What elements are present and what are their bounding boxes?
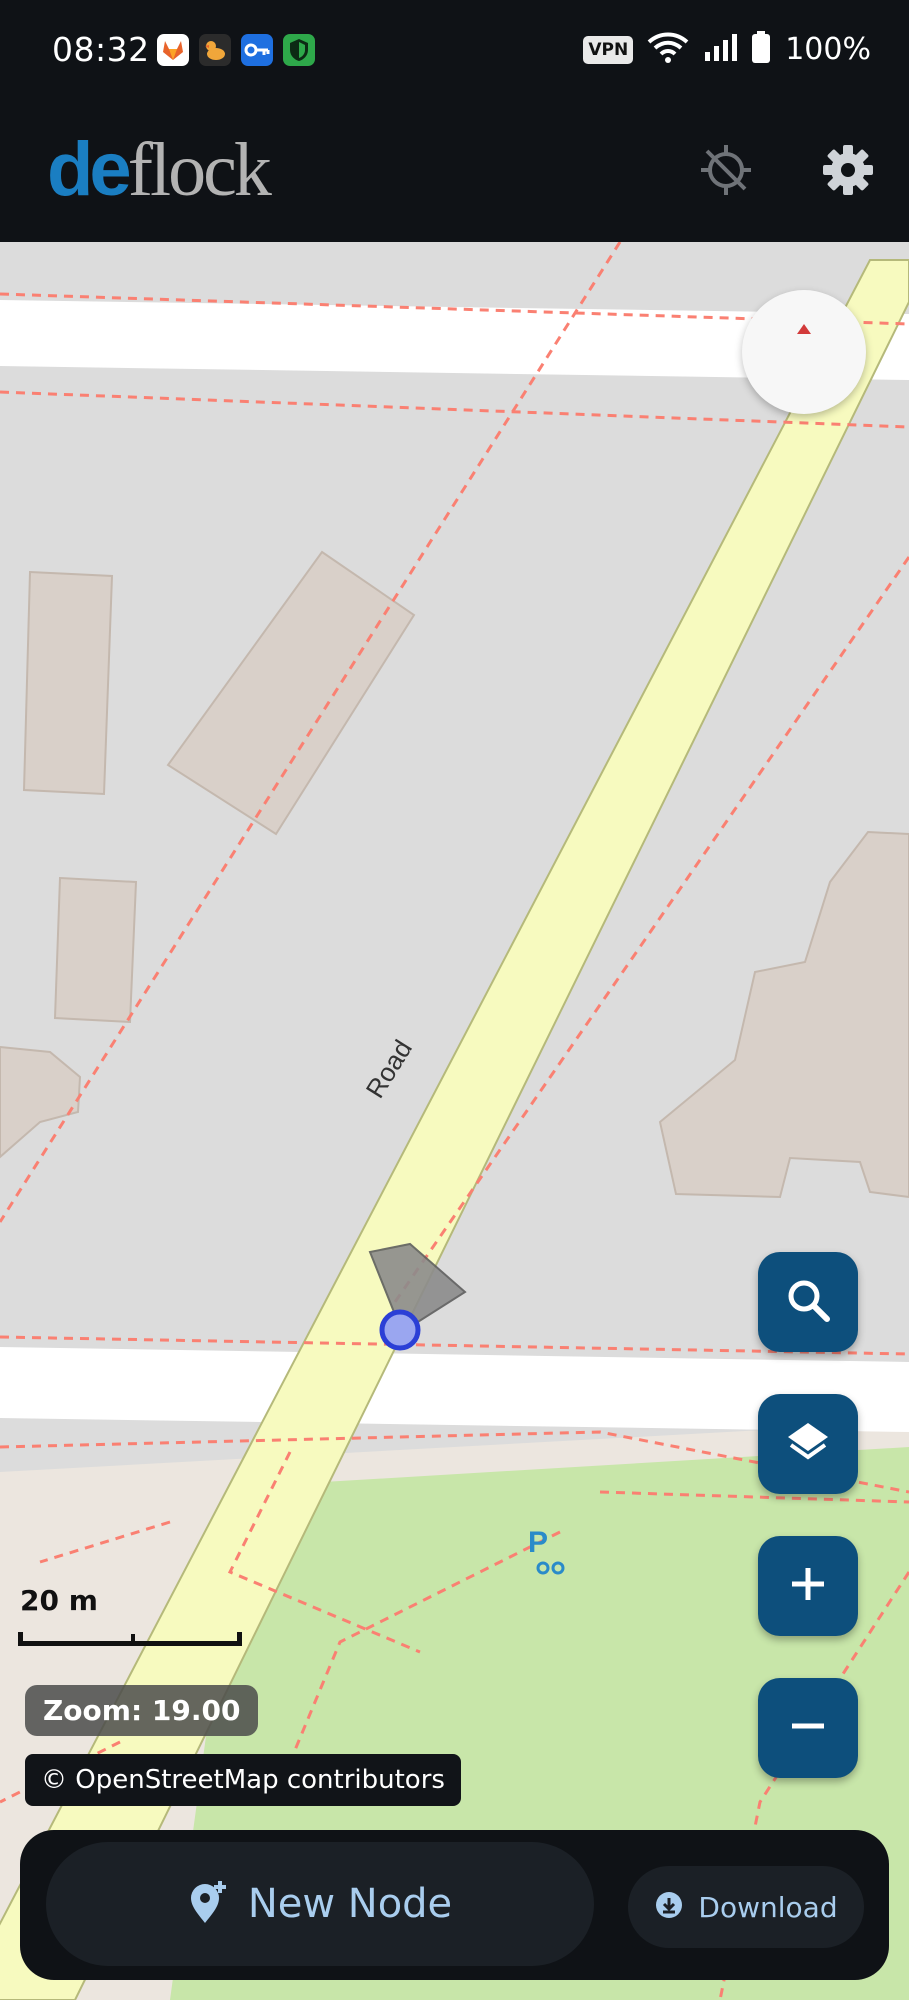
new-node-label: New Node <box>247 1881 453 1927</box>
battery-icon <box>751 30 771 69</box>
notification-icons <box>157 34 315 66</box>
new-node-button[interactable]: New Node <box>46 1842 594 1966</box>
status-time: 08:32 <box>52 30 150 69</box>
vpn-badge: VPN <box>583 35 634 64</box>
node-location-marker <box>379 1309 421 1351</box>
download-label: Download <box>698 1890 838 1924</box>
shield-icon <box>283 34 315 66</box>
status-bar: 08:32 VPN 100% <box>0 0 909 100</box>
settings-button[interactable] <box>816 140 880 204</box>
plus-icon <box>788 1564 828 1609</box>
zoom-level-chip: Zoom: 19.00 <box>25 1685 259 1736</box>
minus-icon <box>788 1706 828 1751</box>
scale-tick <box>131 1634 135 1642</box>
map-attribution[interactable]: © OpenStreetMap contributors <box>25 1754 461 1806</box>
zoom-out-button[interactable] <box>758 1678 858 1778</box>
search-icon <box>784 1276 832 1329</box>
add-location-icon <box>188 1879 228 1930</box>
scale-label: 20 m <box>20 1584 98 1617</box>
bottom-action-bar: New Node Download <box>20 1830 889 1980</box>
download-button[interactable]: Download <box>628 1866 864 1948</box>
battery-level: 100% <box>785 32 871 67</box>
location-disabled-icon <box>697 141 755 204</box>
logo-de: de <box>47 127 132 212</box>
system-status: VPN 100% <box>583 30 871 69</box>
search-button[interactable] <box>758 1252 858 1352</box>
compass-needle-icon <box>797 324 811 334</box>
wifi-icon <box>647 30 689 69</box>
key-icon <box>241 34 273 66</box>
logo-flock: flock <box>127 128 272 212</box>
download-icon <box>654 1890 684 1925</box>
map-view[interactable]: Road P 20 m Zoom: 19.00 © OpenStreetMap … <box>0 242 909 2000</box>
gear-icon <box>821 143 875 202</box>
app-logo: deflock <box>47 126 272 214</box>
zoom-in-button[interactable] <box>758 1536 858 1636</box>
signal-icon <box>703 32 738 67</box>
compass-button[interactable] <box>742 290 866 414</box>
gitlab-fox-icon <box>157 34 189 66</box>
location-toggle-button[interactable] <box>694 140 758 204</box>
svg-text:P: P <box>528 1526 548 1559</box>
layers-icon <box>783 1417 833 1472</box>
scale-bar <box>18 1632 242 1646</box>
screen: 08:32 VPN 100% deflock Road P 20 m Zoom:… <box>0 0 909 2000</box>
duck-icon <box>199 34 231 66</box>
layers-button[interactable] <box>758 1394 858 1494</box>
app-bar: deflock <box>0 100 909 242</box>
